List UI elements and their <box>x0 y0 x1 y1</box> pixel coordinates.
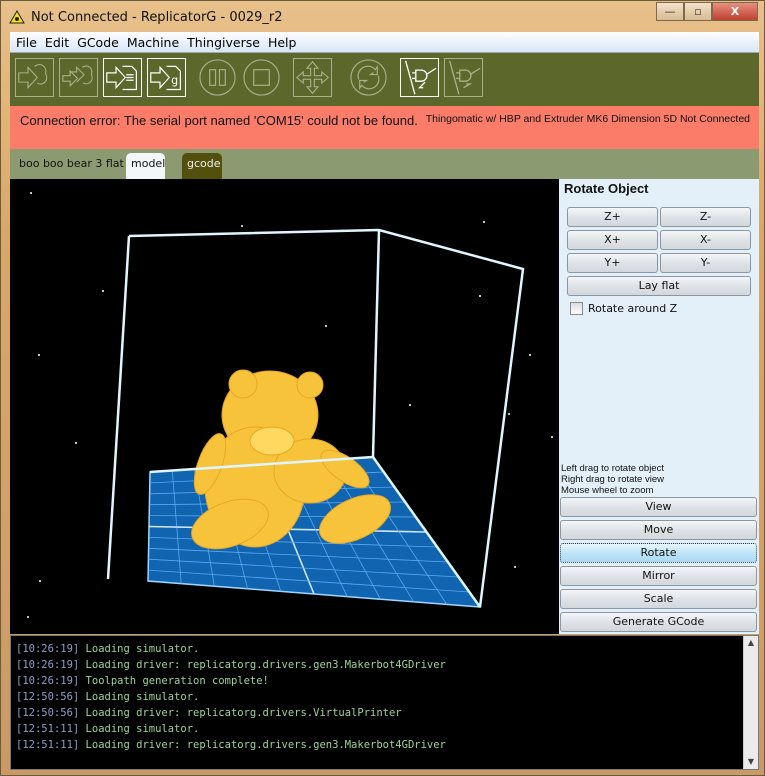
hint-text: Right drag to rotate view <box>561 474 664 485</box>
menu-gcode[interactable]: GCode <box>74 35 124 50</box>
reset-button[interactable] <box>349 58 388 97</box>
menu-bar: File Edit GCode Machine Thingiverse Help <box>10 32 759 53</box>
warning-icon <box>9 10 25 24</box>
log-message: Loading driver: replicatorg.drivers.gen3… <box>85 739 446 751</box>
connect-button[interactable] <box>400 58 439 97</box>
toolbar: g <box>10 53 759 106</box>
log-message: Loading simulator. <box>85 643 200 655</box>
status-bar: Connection error: The serial port named … <box>10 106 759 149</box>
minimize-button[interactable]: — <box>656 2 684 21</box>
log-message: Toolpath generation complete! <box>85 675 269 687</box>
build-volume-scene <box>27 192 553 618</box>
menu-edit[interactable]: Edit <box>42 35 74 50</box>
log-line: [12:50:56] Loading driver: replicatorg.d… <box>16 705 446 721</box>
menu-file[interactable]: File <box>13 35 42 50</box>
log-message: Loading simulator. <box>85 723 200 735</box>
log-timestamp: [12:50:56] <box>16 707 80 719</box>
rotate-mode-button[interactable]: Rotate <box>560 543 757 563</box>
tab-model[interactable]: model <box>126 153 165 179</box>
connection-error-message: Connection error: The serial port named … <box>20 113 418 128</box>
pause-button[interactable] <box>198 58 237 97</box>
build-to-file-icon <box>106 65 137 91</box>
close-button[interactable]: X <box>712 2 758 21</box>
title-bar: Not Connected - ReplicatorG - 0029_r2 <box>9 5 283 29</box>
checkbox-label: Rotate around Z <box>588 302 678 315</box>
build-to-file-button[interactable] <box>103 58 142 97</box>
hint-text: Left drag to rotate object <box>561 463 664 474</box>
rotate-z-plus-button[interactable]: Z+ <box>567 207 658 227</box>
log-line: [10:26:19] Toolpath generation complete! <box>16 673 446 689</box>
build-icon <box>18 64 48 90</box>
checkbox-box[interactable] <box>570 302 583 315</box>
rotate-around-z-checkbox[interactable]: Rotate around Z <box>570 302 677 315</box>
tab-gcode[interactable]: gcode <box>182 153 222 179</box>
menu-help[interactable]: Help <box>265 35 302 50</box>
file-name: boo boo bear 3 flat <box>19 157 124 170</box>
application-window: Not Connected - ReplicatorG - 0029_r2 — … <box>0 0 765 776</box>
generate-gcode-button[interactable]: Generate GCode <box>560 612 757 632</box>
log-line: [12:51:11] Loading simulator. <box>16 721 446 737</box>
lay-flat-button[interactable]: Lay flat <box>567 276 751 296</box>
build-gcode-icon: g <box>150 65 181 91</box>
build-gcode-button[interactable]: g <box>147 58 186 97</box>
maximize-button[interactable]: ▫ <box>684 2 712 21</box>
machine-status: Thingomatic w/ HBP and Extruder MK6 Dime… <box>425 113 750 125</box>
rotate-z-minus-button[interactable]: Z- <box>660 207 751 227</box>
rotate-y-minus-button[interactable]: Y- <box>660 253 751 273</box>
log-timestamp: [10:26:19] <box>16 675 80 687</box>
scale-mode-button[interactable]: Scale <box>560 589 757 609</box>
control-panel-button[interactable] <box>293 58 332 97</box>
log-timestamp: [12:50:56] <box>16 691 80 703</box>
disconnect-button[interactable] <box>444 58 483 97</box>
log-timestamp: [10:26:19] <box>16 643 80 655</box>
log-line: [12:51:11] Loading driver: replicatorg.d… <box>16 737 446 753</box>
log-line: [12:50:56] Loading simulator. <box>16 689 446 705</box>
console-log: [10:26:19] Loading simulator. [10:26:19]… <box>10 635 759 770</box>
disconnect-icon <box>449 60 481 95</box>
log-timestamp: [12:51:11] <box>16 723 80 735</box>
upload-button[interactable] <box>59 58 98 97</box>
connect-icon <box>405 60 437 95</box>
scroll-up-icon[interactable]: ▲ <box>744 636 758 650</box>
log-timestamp: [10:26:19] <box>16 659 80 671</box>
pause-icon <box>199 59 236 96</box>
upload-icon <box>62 65 93 88</box>
svg-text:g: g <box>171 74 178 87</box>
mirror-mode-button[interactable]: Mirror <box>560 566 757 586</box>
menu-thingiverse[interactable]: Thingiverse <box>184 35 265 50</box>
log-line: [10:26:19] Loading driver: replicatorg.d… <box>16 657 446 673</box>
tab-bar: boo boo bear 3 flat model gcode <box>10 149 759 179</box>
3d-preview-canvas[interactable] <box>10 179 559 634</box>
rotate-x-minus-button[interactable]: X- <box>660 230 751 250</box>
mouse-hints: Left drag to rotate object Right drag to… <box>561 463 664 496</box>
panel-title: Rotate Object <box>564 181 649 196</box>
log-message: Loading driver: replicatorg.drivers.Virt… <box>85 707 402 719</box>
log-timestamp: [12:51:11] <box>16 739 80 751</box>
hint-text: Mouse wheel to zoom <box>561 485 654 496</box>
log-message: Loading simulator. <box>85 691 200 703</box>
menu-machine[interactable]: Machine <box>124 35 184 50</box>
reset-icon <box>350 59 387 96</box>
window-title: Not Connected - ReplicatorG - 0029_r2 <box>31 9 283 25</box>
stop-icon <box>243 59 280 96</box>
rotate-y-plus-button[interactable]: Y+ <box>567 253 658 273</box>
control-panel-icon <box>295 60 330 95</box>
move-mode-button[interactable]: Move <box>560 520 757 540</box>
log-line: [10:26:19] Loading simulator. <box>16 641 446 657</box>
stop-button[interactable] <box>242 58 281 97</box>
build-button[interactable] <box>15 58 54 97</box>
rotate-panel: Rotate Object Z+ Z- X+ X- Y+ Y- Lay flat… <box>559 179 759 634</box>
console-scrollbar[interactable]: ▲ ▼ <box>743 636 758 769</box>
rotate-x-plus-button[interactable]: X+ <box>567 230 658 250</box>
view-mode-button[interactable]: View <box>560 497 757 517</box>
scroll-down-icon[interactable]: ▼ <box>744 755 758 769</box>
log-message: Loading driver: replicatorg.drivers.gen3… <box>85 659 446 671</box>
